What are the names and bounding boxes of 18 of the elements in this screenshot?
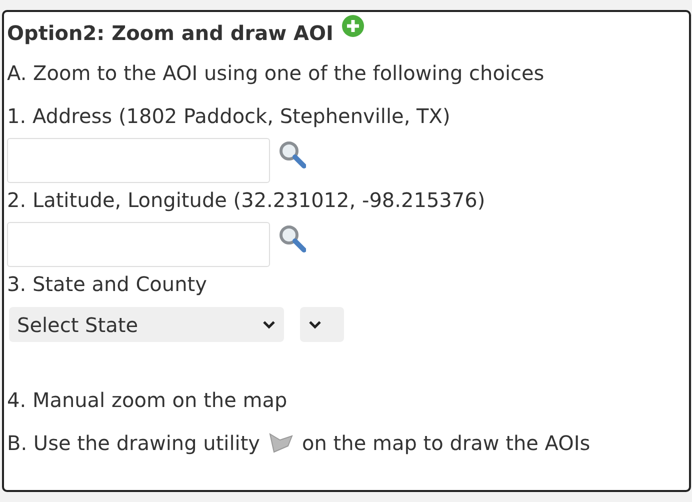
- search-icon[interactable]: [278, 140, 306, 170]
- option-label: 2. Latitude, Longitude (32.231012, -98.215376): [7, 187, 486, 213]
- text-field[interactable]: [7, 222, 270, 267]
- caret-icon: [308, 320, 322, 330]
- polygon-tool-icon[interactable]: [268, 432, 294, 454]
- section-heading: Option2: Zoom and draw AOI: [7, 20, 334, 46]
- add-icon[interactable]: [341, 14, 366, 38]
- option-label: 3. State and County: [7, 271, 208, 297]
- option-label: 4. Manual zoom on the map: [7, 387, 288, 413]
- state-dropdown[interactable]: Select State: [9, 307, 284, 342]
- text-field[interactable]: [7, 138, 270, 183]
- instruction-text: A. Zoom to the AOI using one of the following choices: [7, 60, 546, 86]
- option-label: 1. Address (1802 Paddock, Stephenville, TX): [7, 103, 452, 129]
- instruction-text: on the map to draw the AOIs: [302, 430, 590, 456]
- caret-icon: [262, 320, 276, 330]
- search-icon[interactable]: [278, 224, 306, 254]
- instruction-text: B. Use the drawing utility: [7, 430, 260, 456]
- county-dropdown[interactable]: [300, 307, 344, 342]
